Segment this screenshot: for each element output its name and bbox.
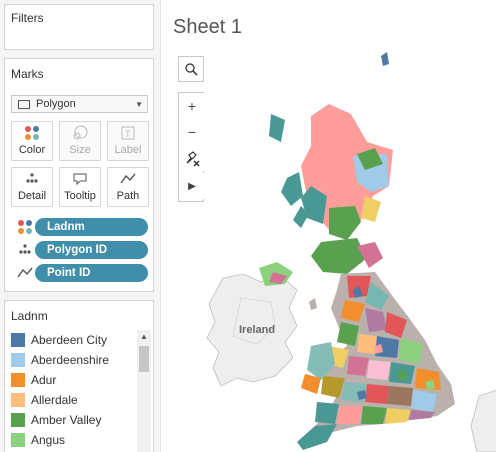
reset-map-button[interactable] bbox=[179, 145, 205, 171]
size-label: Size bbox=[69, 144, 91, 156]
legend-item[interactable]: Adur bbox=[11, 371, 56, 389]
search-icon bbox=[185, 63, 198, 76]
map-toolbar: + − ▶ bbox=[178, 92, 205, 202]
zoom-in-icon: + bbox=[187, 98, 197, 114]
size-icon bbox=[73, 125, 88, 140]
legend-swatch bbox=[11, 413, 25, 427]
legend-item-label: Allerdale bbox=[31, 393, 78, 407]
legend-swatch bbox=[11, 393, 25, 407]
tooltip-label: Tooltip bbox=[64, 190, 96, 202]
filters-title: Filters bbox=[11, 11, 44, 25]
detail-label: Detail bbox=[17, 190, 47, 202]
legend-item[interactable]: Angus bbox=[11, 431, 65, 449]
color-button[interactable]: Color bbox=[11, 121, 53, 161]
legend-title: Ladnm bbox=[11, 309, 48, 323]
map-search-button[interactable] bbox=[178, 56, 204, 82]
pill-ladnm[interactable]: Ladnm bbox=[35, 218, 148, 236]
legend-item-label: Aberdeen City bbox=[31, 333, 108, 347]
chevron-down-icon: ▼ bbox=[135, 100, 143, 109]
detail-button[interactable]: Detail bbox=[11, 167, 53, 207]
marks-title: Marks bbox=[11, 67, 44, 81]
svg-text:T: T bbox=[125, 129, 131, 139]
map-view[interactable]: Ireland bbox=[161, 46, 496, 452]
legend-swatch bbox=[11, 333, 25, 347]
filters-card[interactable]: Filters bbox=[4, 4, 154, 50]
pill-point-id[interactable]: Point ID bbox=[35, 264, 148, 282]
legend-item-label: Adur bbox=[31, 373, 57, 387]
expand-toolbar-button[interactable]: ▶ bbox=[179, 173, 205, 199]
color-label: Color bbox=[18, 144, 46, 156]
zoom-in-button[interactable]: + bbox=[179, 93, 205, 119]
legend-item[interactable]: Allerdale bbox=[11, 391, 78, 409]
expand-arrow-icon: ▶ bbox=[188, 180, 196, 192]
unpin-icon bbox=[186, 151, 200, 167]
color-dots-icon bbox=[18, 220, 32, 234]
legend-card: Ladnm Aberdeen City Aberdeenshire Adur A… bbox=[4, 300, 154, 452]
ireland-map-label: Ireland bbox=[239, 324, 275, 336]
path-label: Path bbox=[116, 190, 140, 202]
scroll-up-icon[interactable]: ▲ bbox=[140, 332, 148, 341]
sheet-panel: Sheet 1 Ireland + − ▶ bbox=[160, 0, 496, 452]
polygon-icon bbox=[18, 99, 30, 109]
legend-swatch bbox=[11, 433, 25, 447]
mark-type-value: Polygon bbox=[36, 98, 76, 110]
legend-item[interactable]: Aberdeen City bbox=[11, 331, 107, 349]
legend-item-label: Angus bbox=[31, 433, 66, 447]
sheet-title: Sheet 1 bbox=[173, 16, 242, 38]
scrollbar-thumb[interactable] bbox=[139, 346, 149, 372]
zoom-out-button[interactable]: − bbox=[179, 119, 205, 145]
label-button: T Label bbox=[107, 121, 149, 161]
detail-icon bbox=[26, 173, 38, 183]
legend-swatch bbox=[11, 353, 25, 367]
legend-swatch bbox=[11, 373, 25, 387]
marks-card: Marks Polygon ▼ Color Size T Label Detai… bbox=[4, 58, 154, 292]
legend-item-label: Aberdeenshire bbox=[31, 353, 110, 367]
path-icon bbox=[17, 267, 33, 278]
legend-scrollbar[interactable]: ▲ bbox=[137, 330, 151, 452]
path-button[interactable]: Path bbox=[107, 167, 149, 207]
legend-item[interactable]: Amber Valley bbox=[11, 411, 101, 429]
left-panel: Filters Marks Polygon ▼ Color Size T Lab… bbox=[0, 0, 160, 452]
detail-icon bbox=[19, 244, 31, 254]
label-icon: T bbox=[121, 126, 135, 140]
size-button: Size bbox=[59, 121, 101, 161]
tooltip-button[interactable]: Tooltip bbox=[59, 167, 101, 207]
pill-polygon-id[interactable]: Polygon ID bbox=[35, 241, 148, 259]
legend-item[interactable]: Aberdeenshire bbox=[11, 351, 109, 369]
color-dots-icon bbox=[25, 126, 39, 140]
mark-type-dropdown[interactable]: Polygon ▼ bbox=[11, 95, 148, 113]
path-icon bbox=[120, 173, 136, 184]
legend-item-label: Amber Valley bbox=[31, 413, 102, 427]
tooltip-icon bbox=[73, 173, 87, 186]
zoom-out-icon: − bbox=[187, 124, 197, 140]
label-label: Label bbox=[114, 144, 142, 156]
